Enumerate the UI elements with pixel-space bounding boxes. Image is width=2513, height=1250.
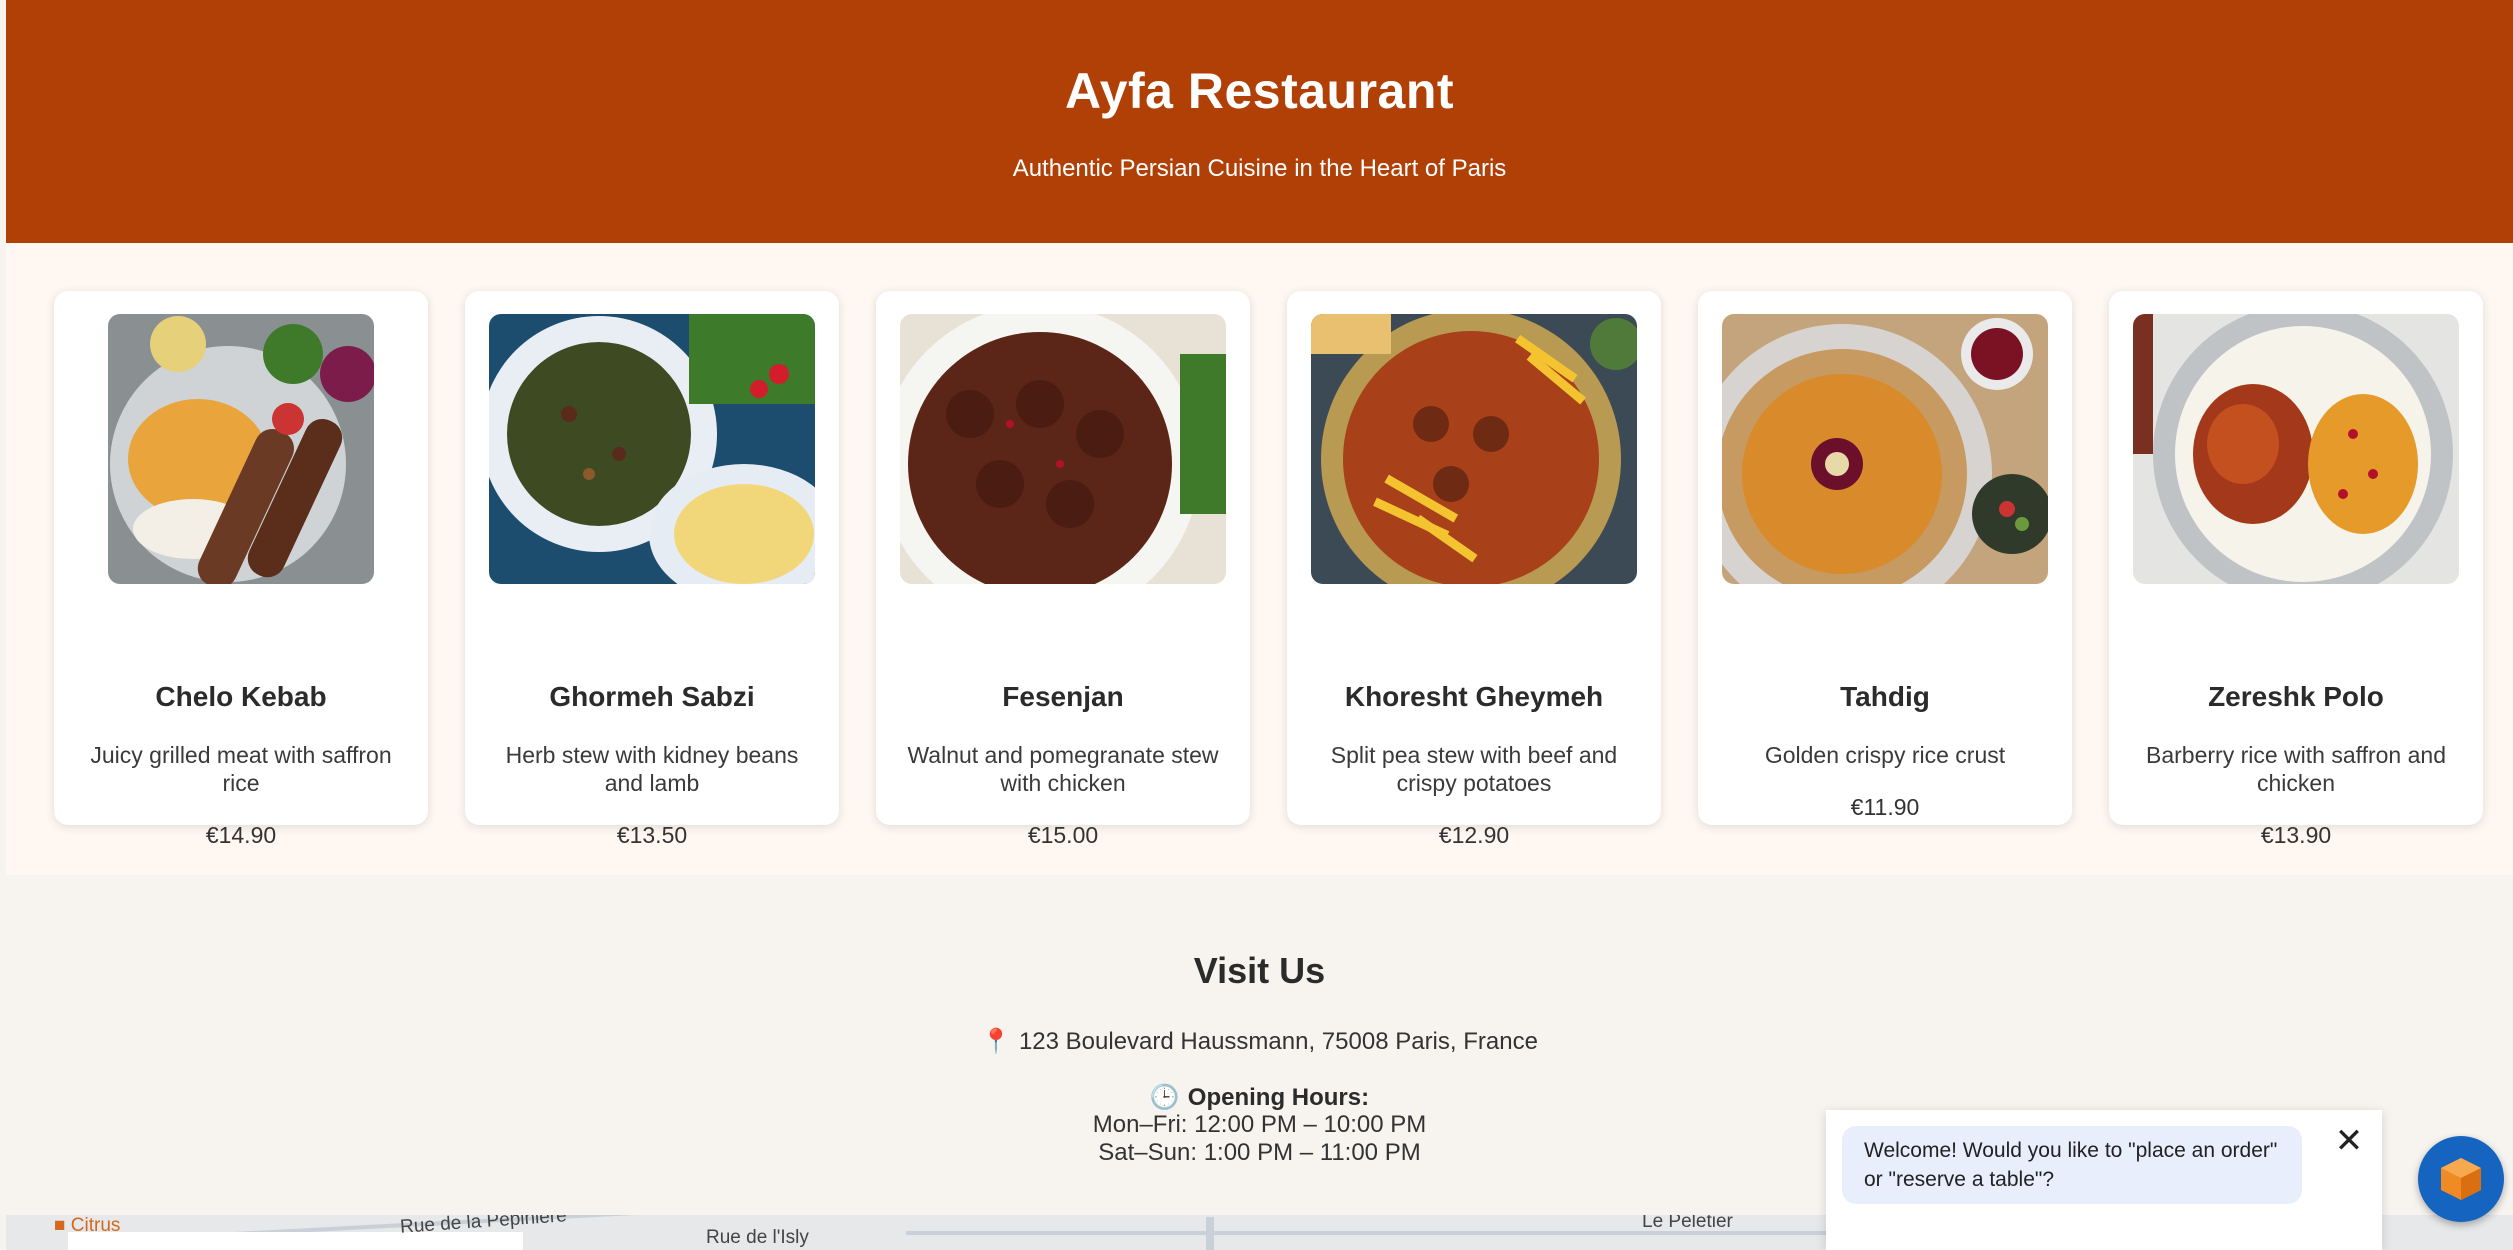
page: Ayfa Restaurant Authentic Persian Cuisin…	[6, 0, 2513, 1250]
dish-description: Golden crispy rice crust	[1764, 742, 2006, 768]
map-street-label: Rue de l'Isly	[706, 1227, 809, 1248]
chat-launcher-button[interactable]	[2418, 1136, 2504, 1222]
dish-description: Juicy grilled meat with saffron rice	[90, 742, 392, 796]
map-marker-icon: ■	[54, 1215, 66, 1236]
map-road	[1206, 1217, 1214, 1250]
address-text: 123 Boulevard Haussmann, 75008 Paris, Fr…	[1018, 1028, 1538, 1055]
dish-price: €13.50	[616, 822, 688, 848]
clock-icon: 🕒	[1149, 1084, 1180, 1111]
khoresht-gheymeh-image	[1311, 314, 1637, 584]
dish-name: Zereshk Polo	[2208, 681, 2384, 712]
hours-title-text: Opening Hours:	[1187, 1084, 1370, 1111]
menu-card[interactable]: Fesenjan Walnut and pomegranate stew wit…	[876, 291, 1250, 848]
site-header: Ayfa Restaurant Authentic Persian Cuisin…	[6, 0, 2513, 243]
location-pin-icon: 📍	[981, 1028, 1011, 1055]
menu-card[interactable]: Tahdig Golden crispy rice crust €11.90	[1698, 291, 2072, 825]
menu-card[interactable]: Ghormeh Sabzi Herb stew with kidney bean…	[465, 291, 839, 848]
cube-icon	[2441, 1158, 2481, 1200]
close-icon[interactable]: ✕	[2334, 1124, 2364, 1158]
chat-welcome-message: Welcome! Would you like to "place an ord…	[1842, 1126, 2302, 1204]
menu-card[interactable]: Zereshk Polo Barberry rice with saffron …	[2109, 291, 2483, 848]
address-line: 📍 123 Boulevard Haussmann, 75008 Paris, F…	[6, 1027, 2513, 1056]
menu-card[interactable]: Chelo Kebab Juicy grilled meat with saff…	[54, 291, 428, 848]
menu-section: Chelo Kebab Juicy grilled meat with saff…	[6, 243, 2513, 875]
dish-price: €15.00	[1027, 822, 1099, 848]
restaurant-tagline: Authentic Persian Cuisine in the Heart o…	[1012, 155, 1507, 182]
dish-description: Barberry rice with saffron and chicken	[2146, 742, 2446, 796]
chelo-kebab-image	[108, 314, 374, 584]
dish-name: Khoresht Gheymeh	[1344, 681, 1604, 712]
visit-title: Visit Us	[1193, 950, 1326, 991]
opening-hours-heading: 🕒 Opening Hours:	[6, 1083, 2513, 1112]
ghormeh-sabzi-image	[489, 314, 815, 584]
map-place-citrus[interactable]: ■ Citrus	[54, 1215, 120, 1237]
dish-name: Chelo Kebab	[155, 681, 327, 712]
dish-description: Split pea stew with beef and crispy pota…	[1330, 742, 1618, 796]
chat-popup: Welcome! Would you like to "place an ord…	[1826, 1110, 2382, 1250]
zereshk-polo-image	[2133, 314, 2459, 584]
dish-name: Ghormeh Sabzi	[549, 681, 755, 712]
dish-price: €14.90	[205, 822, 277, 848]
dish-description: Herb stew with kidney beans and lamb	[505, 742, 799, 796]
dish-price: €12.90	[1438, 822, 1510, 848]
dish-price: €11.90	[1850, 794, 1920, 820]
map-station-label: Le Peletier	[1642, 1215, 1733, 1232]
fesenjan-image	[900, 314, 1226, 584]
dish-name: Fesenjan	[1002, 681, 1124, 712]
restaurant-title: Ayfa Restaurant	[1064, 63, 1455, 119]
dish-price: €13.90	[2260, 822, 2332, 848]
dish-description: Walnut and pomegranate stew with chicken	[907, 742, 1219, 796]
dish-name: Tahdig	[1840, 681, 1930, 712]
menu-card[interactable]: Khoresht Gheymeh Split pea stew with bee…	[1287, 291, 1661, 848]
tahdig-image	[1722, 314, 2048, 584]
